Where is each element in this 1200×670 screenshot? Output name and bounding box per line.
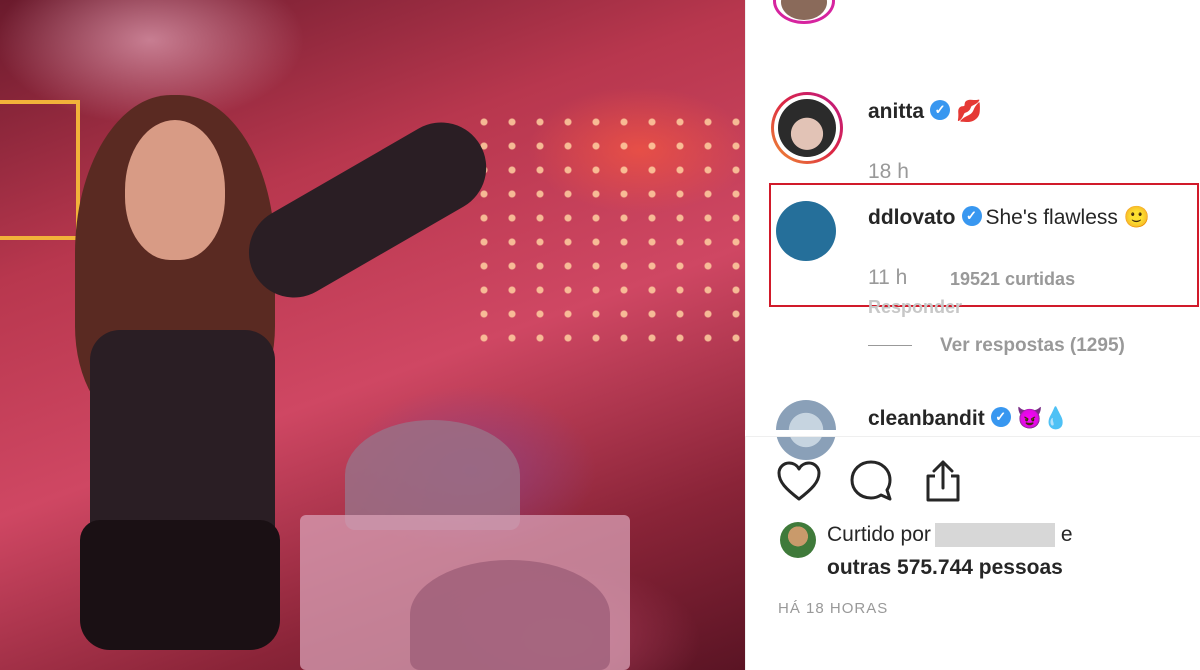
photo-chair xyxy=(345,420,520,530)
comment-text: She's flawless xyxy=(985,206,1118,229)
liked-by-suffix: e xyxy=(1060,523,1073,546)
username-text[interactable]: anitta xyxy=(868,100,924,123)
reply-button[interactable]: Responder xyxy=(868,297,962,318)
replies-divider xyxy=(868,345,912,346)
username-text[interactable]: cleanbandit xyxy=(868,407,985,430)
photo-background-frame xyxy=(0,100,80,240)
username-text[interactable]: ddlovato xyxy=(868,206,956,229)
speech-bubble-icon[interactable] xyxy=(848,458,894,504)
photo-person-torso xyxy=(90,330,275,545)
comment-emoji: 🙂 xyxy=(1123,206,1151,230)
comment-emoji: 😈💧 xyxy=(1016,407,1069,431)
comment-likes[interactable]: 19521 curtidas xyxy=(950,269,1075,290)
liked-by-text: Curtido por e xyxy=(827,523,1073,548)
photo-person-arm xyxy=(232,106,503,314)
liked-by-others-link[interactable]: outras 575.744 pessoas xyxy=(827,556,1063,580)
comment-username-cleanbandit[interactable]: cleanbandit ✓ 😈💧 xyxy=(868,407,1069,431)
post-photo xyxy=(0,0,745,670)
ddlovato-avatar[interactable] xyxy=(776,201,836,261)
comment-time[interactable]: 11 h xyxy=(868,266,907,290)
liked-by-redacted-name[interactable] xyxy=(934,523,1055,548)
section-divider xyxy=(745,436,1200,437)
liked-by-avatar[interactable] xyxy=(780,522,816,558)
liked-by-prefix: Curtido por xyxy=(827,523,931,546)
anitta-avatar[interactable] xyxy=(771,92,843,164)
post-timestamp[interactable]: HÁ 18 HORAS xyxy=(778,600,888,617)
comment-emoji: 💋 xyxy=(956,100,983,124)
verified-badge-icon: ✓ xyxy=(990,407,1011,428)
verified-badge-icon: ✓ xyxy=(930,100,951,121)
photo-person-face xyxy=(125,120,225,260)
photo-chair xyxy=(410,560,610,670)
share-upload-icon[interactable] xyxy=(920,458,966,504)
comment-time[interactable]: 18 h xyxy=(868,160,909,184)
heart-outline-icon[interactable] xyxy=(776,460,822,502)
comment-ddlovato: ddlovato ✓ She's flawless 🙂 xyxy=(868,206,1150,230)
view-replies-button[interactable]: Ver respostas (1295) xyxy=(940,335,1125,357)
photo-string-lights xyxy=(470,110,745,350)
comment-username-anitta[interactable]: anitta ✓ 💋 xyxy=(868,100,982,124)
verified-badge-icon: ✓ xyxy=(961,206,982,227)
photo-person-shorts xyxy=(80,520,280,650)
